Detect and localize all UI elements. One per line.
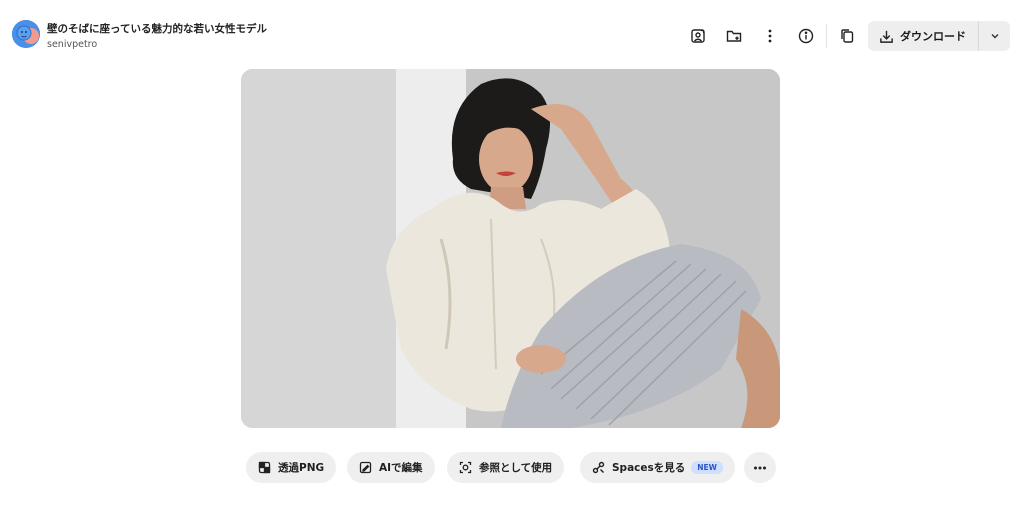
transparent-png-label: 透過PNG xyxy=(278,462,325,474)
more-actions-button[interactable] xyxy=(744,452,776,483)
page-title: 壁のそばに座っている魅力的な若い女性モデル xyxy=(47,23,267,35)
download-button[interactable]: ダウンロード xyxy=(868,21,978,51)
save-to-collection-button[interactable] xyxy=(722,24,746,48)
image-edit-button[interactable] xyxy=(686,24,710,48)
header: 壁のそばに座っている魅力的な若い女性モデル senivpetro ダウンロード xyxy=(0,0,1024,68)
author-name[interactable]: senivpetro xyxy=(47,39,97,50)
action-bar: 透過PNG AIで編集 参照として使用 Spacesを見る NEW xyxy=(0,452,1024,484)
toolbar-divider xyxy=(826,24,827,48)
author-avatar[interactable] xyxy=(12,20,40,48)
more-options-button[interactable] xyxy=(758,24,782,48)
ai-edit-button[interactable]: AIで編集 xyxy=(347,452,435,483)
more-horizontal-icon xyxy=(754,466,766,469)
use-as-reference-label: 参照として使用 xyxy=(479,462,553,474)
spaces-icon xyxy=(592,461,605,474)
copy-button[interactable] xyxy=(835,24,859,48)
download-label: ダウンロード xyxy=(900,30,966,43)
info-button[interactable] xyxy=(794,24,818,48)
spaces-label: Spacesを見る xyxy=(612,462,686,474)
ai-edit-icon xyxy=(359,461,372,474)
download-control: ダウンロード xyxy=(868,21,1010,51)
spaces-button[interactable]: Spacesを見る NEW xyxy=(580,452,735,483)
new-badge: NEW xyxy=(691,461,723,474)
folder-add-icon xyxy=(726,30,742,42)
chevron-down-icon xyxy=(991,34,998,39)
png-icon xyxy=(258,461,271,474)
image-edit-icon xyxy=(691,29,705,43)
use-as-reference-button[interactable]: 参照として使用 xyxy=(447,452,565,483)
main-photo[interactable] xyxy=(241,69,780,428)
transparent-png-button[interactable]: 透過PNG xyxy=(246,452,337,483)
copy-icon xyxy=(841,29,854,43)
download-options-button[interactable] xyxy=(979,21,1010,51)
reference-icon xyxy=(459,461,472,474)
info-icon xyxy=(798,28,814,44)
download-icon xyxy=(880,30,893,43)
ai-edit-label: AIで編集 xyxy=(379,462,423,474)
more-vertical-icon xyxy=(768,29,772,43)
